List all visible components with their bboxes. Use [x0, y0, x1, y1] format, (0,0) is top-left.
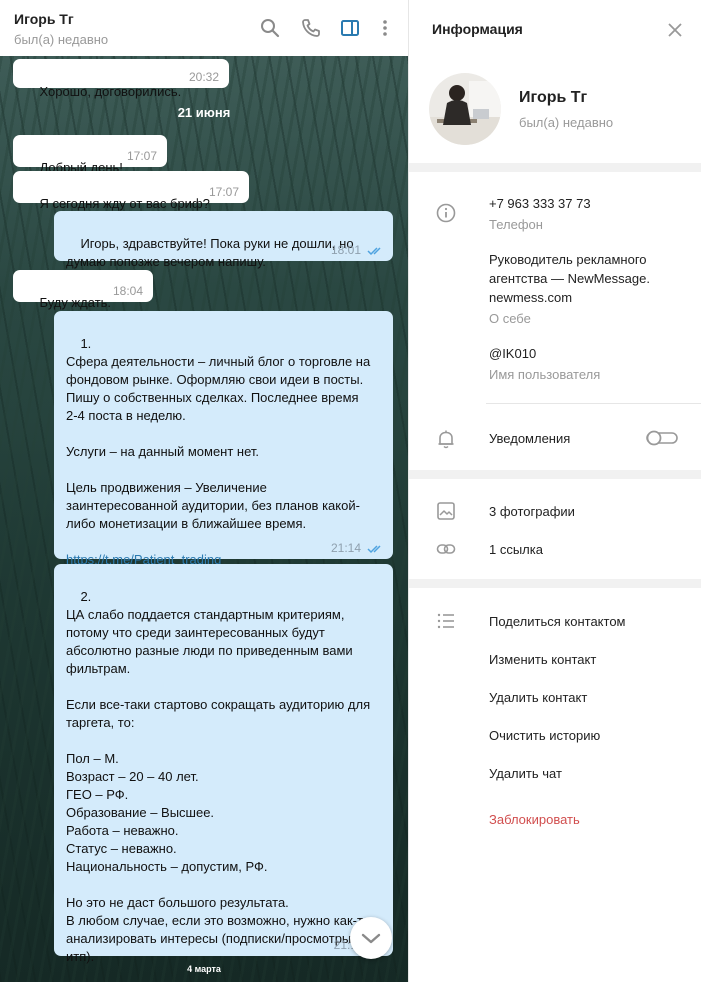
about-label: О себе — [489, 311, 531, 326]
links-item[interactable]: 1 ссылка — [489, 542, 543, 557]
list-icon — [437, 613, 454, 629]
profile-status: был(а) недавно — [519, 115, 614, 130]
more-icon[interactable] — [375, 18, 395, 38]
search-icon[interactable] — [260, 18, 280, 38]
read-checkmarks-icon — [367, 545, 381, 554]
message-text: Буду ждать. — [39, 295, 112, 310]
avatar[interactable] — [429, 73, 501, 145]
edit-contact-button[interactable]: Изменить контакт — [489, 652, 596, 667]
photos-item[interactable]: 3 фотографии — [489, 504, 575, 519]
date-separator: 21 июня — [177, 105, 231, 120]
chat-title[interactable]: Игорь Тг — [14, 11, 74, 27]
chat-panel: Игорь Тг был(а) недавно Хорошо, договори… — [0, 0, 408, 982]
username-label: Имя пользователя — [489, 367, 601, 382]
section-divider — [409, 470, 701, 479]
message-time: 17:07 — [208, 185, 239, 199]
read-checkmarks-icon — [367, 247, 381, 256]
section-divider — [409, 163, 701, 172]
username-value[interactable]: @IK010 — [489, 344, 536, 363]
phone-label: Телефон — [489, 217, 543, 232]
chevron-down-icon — [361, 933, 381, 944]
notifications-label[interactable]: Уведомления — [489, 431, 570, 446]
scroll-down-button[interactable] — [350, 917, 392, 959]
clear-history-button[interactable]: Очистить историю — [489, 728, 600, 743]
message-bubble[interactable]: Я сегодня жду от вас бриф? 17:07 — [13, 171, 249, 211]
message-bubble[interactable]: 2. ЦА слабо поддается стандартным критер… — [54, 564, 393, 964]
delete-chat-button[interactable]: Удалить чат — [489, 766, 562, 781]
message-time: 18:01 — [330, 243, 361, 257]
message-bubble[interactable]: Игорь, здравствуйте! Пока руки не дошли,… — [54, 211, 393, 269]
phone-value[interactable]: +7 963 333 37 73 — [489, 194, 591, 213]
message-time: 18:04 — [112, 284, 143, 298]
info-icon — [436, 203, 456, 223]
message-bubble[interactable]: 1. Сфера деятельности – личный блог о то… — [54, 311, 393, 567]
message-text: Хорошо, договорились. — [39, 84, 182, 99]
chat-status: был(а) недавно — [14, 32, 109, 47]
info-title: Информация — [432, 21, 523, 37]
notifications-toggle[interactable] — [646, 430, 678, 446]
profile-name: Игорь Тг — [519, 89, 588, 106]
separator-line — [486, 403, 701, 404]
avatar-photo — [429, 73, 501, 145]
message-bubble[interactable]: Хорошо, договорились. 20:32 — [13, 59, 229, 99]
message-text: 1. Сфера деятельности – личный блог о то… — [66, 336, 371, 531]
phone-icon[interactable] — [301, 18, 321, 38]
delete-contact-button[interactable]: Удалить контакт — [489, 690, 587, 705]
chat-header[interactable]: Игорь Тг был(а) недавно — [0, 0, 408, 56]
bell-icon — [438, 430, 454, 449]
photo-icon — [437, 502, 455, 520]
message-time: 17:07 — [126, 149, 157, 163]
section-divider — [409, 579, 701, 588]
message-text: 2. ЦА слабо поддается стандартным критер… — [66, 589, 371, 964]
message-text: Я сегодня жду от вас бриф? — [39, 196, 210, 211]
link-icon — [436, 544, 456, 554]
message-time: 20:32 — [188, 70, 219, 84]
about-value[interactable]: Руководитель рекламного агентства — NewM… — [489, 250, 650, 307]
block-button[interactable]: Заблокировать — [489, 812, 580, 827]
info-panel: Информация Игорь Тг был(а) недавно +7 96… — [408, 0, 701, 982]
close-icon[interactable] — [665, 20, 685, 40]
message-time: 21:14 — [330, 541, 361, 555]
sidebar-toggle-icon[interactable] — [340, 18, 360, 38]
message-bubble[interactable]: Буду ждать. 18:04 — [13, 270, 153, 310]
date-separator-bottom: 4 марта — [187, 964, 221, 974]
message-bubble[interactable]: Добрый день! 17:07 — [13, 135, 167, 175]
share-contact-button[interactable]: Поделиться контактом — [489, 614, 626, 629]
